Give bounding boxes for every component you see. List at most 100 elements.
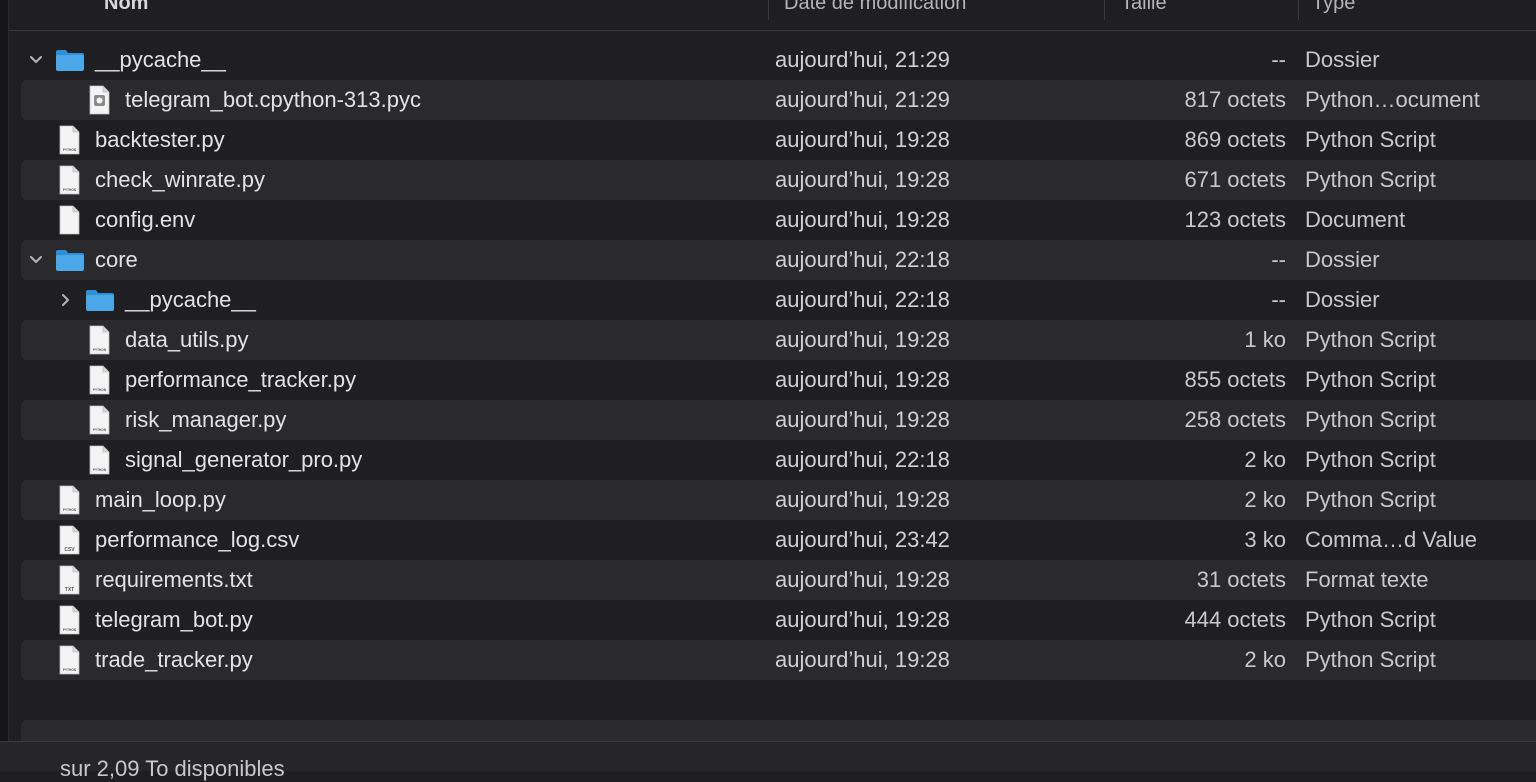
file-size: 2 ko (1244, 647, 1286, 672)
file-name: __pycache__ (95, 47, 226, 72)
file-type: Document (1305, 207, 1406, 232)
text-file-icon: TXT (59, 565, 80, 595)
column-size-header[interactable]: Taille (1121, 0, 1167, 18)
file-row[interactable]: PYTHON data_utils.py aujourd’hui, 19:28 1 k… (21, 320, 1536, 360)
file-row[interactable]: PYTHON check_winrate.py aujourd’hui, 19:28… (21, 160, 1536, 200)
python-file-icon: PYTHON (59, 485, 80, 515)
file-name: data_utils.py (125, 327, 249, 352)
file-type: Python Script (1305, 447, 1436, 472)
svg-text:CSV: CSV (64, 547, 75, 553)
column-separator[interactable] (1298, 0, 1299, 20)
chevron-right-icon[interactable] (57, 291, 75, 309)
date-modified: aujourd’hui, 19:28 (775, 487, 950, 512)
file-type: Python Script (1305, 487, 1436, 512)
date-modified: aujourd’hui, 23:42 (775, 527, 950, 552)
file-size: 31 octets (1196, 567, 1286, 592)
column-name-header[interactable]: Nom (104, 0, 148, 18)
file-row[interactable]: TXT requirements.txt aujourd’hui, 19:28 31 … (21, 560, 1536, 600)
file-row[interactable]: PYTHON trade_tracker.py aujourd’hui, 19:28… (21, 640, 1536, 680)
file-name: risk_manager.py (125, 407, 287, 432)
file-size: 671 octets (1184, 167, 1286, 192)
file-size: -- (1271, 47, 1286, 72)
file-name: backtester.py (95, 127, 225, 152)
svg-text:PYTHON: PYTHON (63, 628, 77, 632)
folder-icon (56, 250, 84, 271)
file-row[interactable]: config.env aujourd’hui, 19:28 123 octets Do… (21, 200, 1536, 240)
file-size: -- (1271, 287, 1286, 312)
column-separator[interactable] (1104, 0, 1105, 20)
column-date-header[interactable]: Date de modification (784, 0, 966, 18)
file-type: Python Script (1305, 367, 1436, 392)
file-row[interactable]: PYTHON telegram_bot.py aujourd’hui, 19:28 4… (21, 600, 1536, 640)
column-separator[interactable] (768, 0, 769, 20)
python-file-icon: PYTHON (59, 125, 80, 155)
folder-icon (56, 50, 84, 71)
file-type: Dossier (1305, 287, 1380, 312)
svg-text:PYTHON: PYTHON (63, 148, 77, 152)
file-size: 444 octets (1184, 607, 1286, 632)
folder-row[interactable]: __pycache__ aujourd’hui, 22:18 -- Dossier (21, 280, 1536, 320)
file-type: Python…ocument (1305, 87, 1480, 112)
date-modified: aujourd’hui, 22:18 (775, 247, 950, 272)
file-row[interactable]: PYTHON signal_generator_pro.py aujourd’hui… (21, 440, 1536, 480)
chevron-down-icon[interactable] (27, 51, 45, 69)
file-row[interactable]: PYTHON performance_tracker.py aujourd’hui,… (21, 360, 1536, 400)
svg-text:TXT: TXT (65, 587, 74, 593)
svg-text:PYTHON: PYTHON (63, 668, 77, 672)
file-type: Dossier (1305, 47, 1380, 72)
python-file-icon: PYTHON (89, 325, 110, 355)
chevron-down-icon[interactable] (27, 251, 45, 269)
date-modified: aujourd’hui, 19:28 (775, 607, 950, 632)
file-row[interactable]: PYTHON main_loop.py aujourd’hui, 19:28 2 ko… (21, 480, 1536, 520)
date-modified: aujourd’hui, 22:18 (775, 287, 950, 312)
file-row[interactable]: CSV performance_log.csv aujourd’hui, 23:42… (21, 520, 1536, 560)
sort-chevron-icon[interactable] (734, 0, 752, 4)
file-name: requirements.txt (95, 567, 253, 592)
file-size: 123 octets (1184, 207, 1286, 232)
status-bar: sur 2,09 To disponibles (0, 741, 1536, 781)
file-size: -- (1271, 247, 1286, 272)
folder-row[interactable]: core aujourd’hui, 22:18 -- Dossier (21, 240, 1536, 280)
file-name: telegram_bot.py (95, 607, 253, 632)
file-name: performance_tracker.py (125, 367, 357, 392)
column-header: Nom Date de modification Taille Type (9, 0, 1536, 31)
svg-text:PYTHON: PYTHON (93, 428, 107, 432)
empty-list-row (21, 720, 1536, 741)
python-file-icon: PYTHON (59, 605, 80, 635)
file-name: check_winrate.py (95, 167, 265, 192)
python-compiled-file-icon (89, 85, 110, 115)
file-row[interactable]: PYTHON backtester.py aujourd’hui, 19:28 869… (21, 120, 1536, 160)
column-type-header[interactable]: Type (1312, 0, 1355, 18)
document-icon (59, 205, 80, 235)
file-row[interactable]: telegram_bot.cpython-313.pyc aujourd’hui,… (21, 80, 1536, 120)
file-row[interactable]: PYTHON risk_manager.py aujourd’hui, 19:28 2… (21, 400, 1536, 440)
date-modified: aujourd’hui, 22:18 (775, 447, 950, 472)
file-type: Comma…d Value (1305, 527, 1477, 552)
file-name: trade_tracker.py (95, 647, 253, 672)
file-size: 817 octets (1184, 87, 1286, 112)
date-modified: aujourd’hui, 19:28 (775, 407, 950, 432)
csv-file-icon: CSV (59, 525, 80, 555)
date-modified: aujourd’hui, 19:28 (775, 327, 950, 352)
file-name: core (95, 247, 138, 272)
python-file-icon: PYTHON (89, 405, 110, 435)
file-name: signal_generator_pro.py (125, 447, 363, 472)
file-type: Python Script (1305, 167, 1436, 192)
file-type: Python Script (1305, 407, 1436, 432)
svg-text:PYTHON: PYTHON (93, 468, 107, 472)
date-modified: aujourd’hui, 19:28 (775, 367, 950, 392)
svg-text:PYTHON: PYTHON (63, 188, 77, 192)
file-name: __pycache__ (125, 287, 256, 312)
date-modified: aujourd’hui, 19:28 (775, 167, 950, 192)
file-type: Dossier (1305, 247, 1380, 272)
svg-text:PYTHON: PYTHON (63, 508, 77, 512)
svg-text:PYTHON: PYTHON (93, 388, 107, 392)
svg-text:PYTHON: PYTHON (93, 348, 107, 352)
date-modified: aujourd’hui, 19:28 (775, 647, 950, 672)
python-file-icon: PYTHON (59, 645, 80, 675)
folder-row[interactable]: __pycache__ aujourd’hui, 21:29 -- Dossier (21, 40, 1536, 80)
file-name: telegram_bot.cpython-313.pyc (125, 87, 421, 112)
file-size: 258 octets (1184, 407, 1286, 432)
file-name: main_loop.py (95, 487, 226, 512)
file-size: 2 ko (1244, 487, 1286, 512)
